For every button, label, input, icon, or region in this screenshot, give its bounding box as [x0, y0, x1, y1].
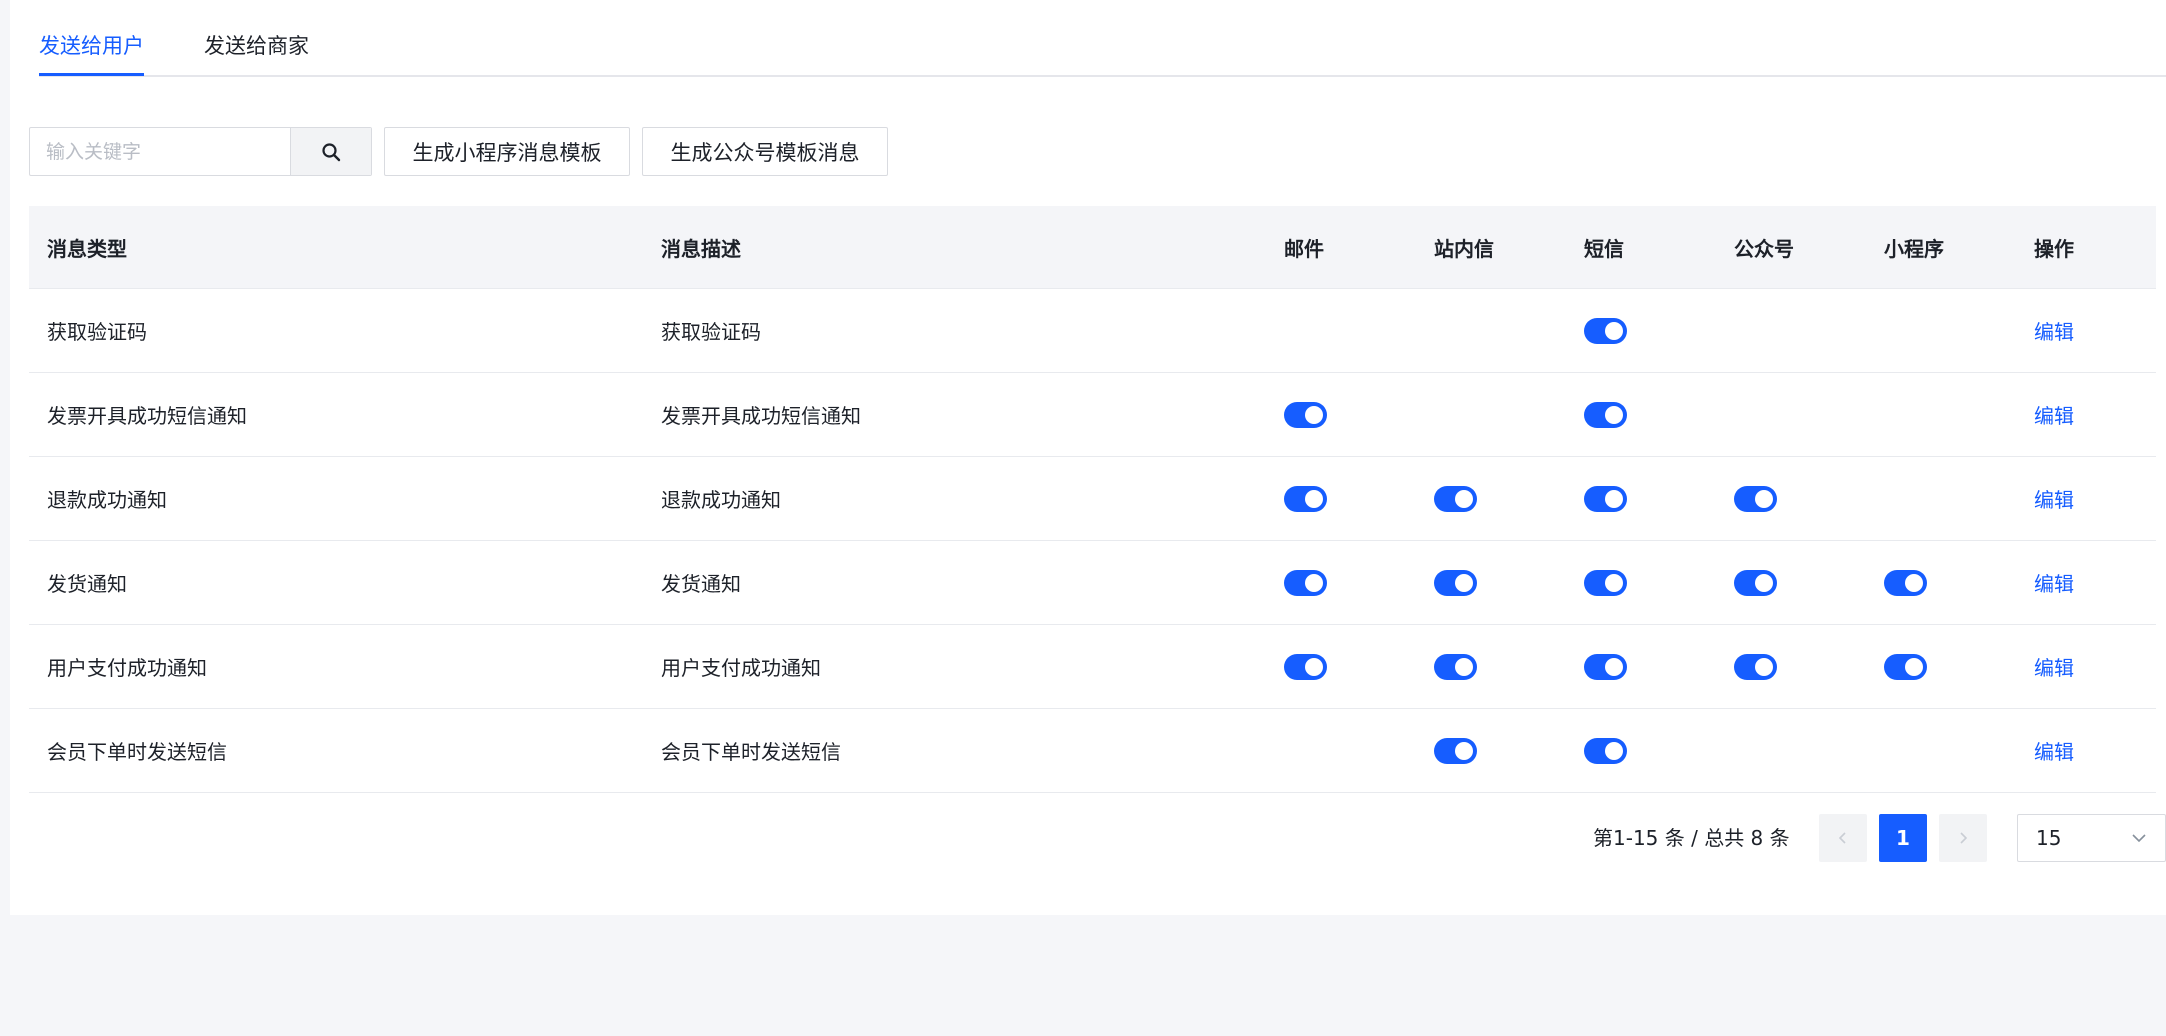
- inbox-toggle-cell: [1434, 541, 1477, 624]
- row-message-desc: 会员下单时发送短信: [661, 740, 841, 764]
- edit-link[interactable]: 编辑: [2034, 652, 2074, 681]
- row-message-desc: 发货通知: [661, 572, 741, 596]
- mini-program-toggle-cell: [1884, 541, 1927, 624]
- table-row: 退款成功通知 退款成功通知 编辑: [29, 457, 2156, 541]
- inbox-toggle-cell: [1434, 457, 1477, 540]
- sms-toggle-cell: [1584, 709, 1627, 792]
- row-message-desc: 发票开具成功短信通知: [661, 404, 861, 428]
- official-account-toggle[interactable]: [1734, 569, 1777, 596]
- mail-toggle-cell: [1284, 541, 1327, 624]
- mail-toggle-cell: [1284, 457, 1327, 540]
- sms-toggle[interactable]: [1584, 737, 1627, 764]
- page-number-current[interactable]: 1: [1879, 814, 1927, 862]
- header-mail: 邮件: [1284, 236, 1324, 261]
- official-account-toggle[interactable]: [1734, 653, 1777, 680]
- table-row: 用户支付成功通知 用户支付成功通知 编辑: [29, 625, 2156, 709]
- sms-toggle-cell: [1584, 373, 1627, 456]
- chevron-right-icon: [1960, 832, 1968, 844]
- search-icon: [322, 142, 341, 161]
- sms-toggle[interactable]: [1584, 485, 1627, 512]
- table-row: 获取验证码 获取验证码 编辑: [29, 289, 2156, 373]
- mail-toggle-cell: [1284, 625, 1327, 708]
- sms-toggle[interactable]: [1584, 401, 1627, 428]
- header-official-account: 公众号: [1734, 236, 1794, 261]
- row-message-desc: 用户支付成功通知: [661, 656, 821, 680]
- edit-link[interactable]: 编辑: [2034, 400, 2074, 429]
- official-account-toggle-cell: [1734, 541, 1777, 624]
- row-actions: 编辑: [2034, 457, 2074, 540]
- tab-bar: 发送给用户 发送给商家: [39, 0, 2166, 77]
- message-table: 消息类型 消息描述 邮件 站内信 短信 公众号 小程序 操作 获取验证码 获取验证…: [29, 206, 2156, 793]
- chevron-left-icon: [1838, 832, 1846, 844]
- edit-link[interactable]: 编辑: [2034, 484, 2074, 513]
- inbox-toggle[interactable]: [1434, 653, 1477, 680]
- next-page-button[interactable]: [1939, 814, 1987, 862]
- inbox-toggle-cell: [1434, 709, 1477, 792]
- mail-toggle[interactable]: [1284, 653, 1327, 680]
- header-actions: 操作: [2034, 236, 2074, 261]
- row-message-type: 发货通知: [47, 572, 127, 596]
- inbox-toggle[interactable]: [1434, 737, 1477, 764]
- table-header: 消息类型 消息描述 邮件 站内信 短信 公众号 小程序 操作: [29, 206, 2156, 289]
- pagination-total: 第1-15 条 / 总共 8 条: [1593, 826, 1790, 850]
- row-message-type: 会员下单时发送短信: [47, 740, 227, 764]
- table-row: 发货通知 发货通知 编辑: [29, 541, 2156, 625]
- mini-program-toggle-cell: [1884, 625, 1927, 708]
- row-actions: 编辑: [2034, 289, 2074, 372]
- row-actions: 编辑: [2034, 709, 2074, 792]
- header-message-type: 消息类型: [47, 236, 127, 261]
- table-body: 获取验证码 获取验证码 编辑 发票开具成功短信通知 发票开具成功短信通知 编辑 退款成功通知…: [29, 289, 2156, 793]
- sms-toggle-cell: [1584, 625, 1627, 708]
- mail-toggle[interactable]: [1284, 485, 1327, 512]
- row-actions: 编辑: [2034, 541, 2074, 624]
- header-message-desc: 消息描述: [661, 236, 741, 261]
- row-message-desc: 退款成功通知: [661, 488, 781, 512]
- header-inbox: 站内信: [1434, 236, 1494, 261]
- inbox-toggle[interactable]: [1434, 569, 1477, 596]
- sms-toggle[interactable]: [1584, 317, 1627, 344]
- row-message-type: 发票开具成功短信通知: [47, 404, 247, 428]
- mail-toggle-cell: [1284, 373, 1327, 456]
- row-message-desc: 获取验证码: [661, 320, 761, 344]
- header-mini-program: 小程序: [1884, 236, 1944, 261]
- inbox-toggle[interactable]: [1434, 485, 1477, 512]
- page-size-select[interactable]: 15: [2017, 814, 2166, 862]
- search-button[interactable]: [290, 128, 371, 175]
- mini-program-toggle[interactable]: [1884, 653, 1927, 680]
- sms-toggle-cell: [1584, 541, 1627, 624]
- official-account-toggle-cell: [1734, 457, 1777, 540]
- generate-wx-template-button[interactable]: 生成公众号模板消息: [642, 127, 888, 176]
- edit-link[interactable]: 编辑: [2034, 736, 2074, 765]
- sms-toggle[interactable]: [1584, 569, 1627, 596]
- tab-send-to-merchant[interactable]: 发送给商家: [204, 30, 309, 62]
- active-tab-indicator: [39, 73, 144, 76]
- row-message-type: 退款成功通知: [47, 488, 167, 512]
- chevron-down-icon: [2132, 834, 2146, 843]
- row-message-type: 用户支付成功通知: [47, 656, 207, 680]
- page-size-value: 15: [2036, 826, 2062, 850]
- mail-toggle[interactable]: [1284, 401, 1327, 428]
- search-group: [29, 127, 372, 176]
- edit-link[interactable]: 编辑: [2034, 568, 2074, 597]
- table-row: 发票开具成功短信通知 发票开具成功短信通知 编辑: [29, 373, 2156, 457]
- prev-page-button[interactable]: [1819, 814, 1867, 862]
- mini-program-toggle[interactable]: [1884, 569, 1927, 596]
- inbox-toggle-cell: [1434, 625, 1477, 708]
- official-account-toggle[interactable]: [1734, 485, 1777, 512]
- edit-link[interactable]: 编辑: [2034, 316, 2074, 345]
- sms-toggle-cell: [1584, 289, 1627, 372]
- mail-toggle[interactable]: [1284, 569, 1327, 596]
- row-actions: 编辑: [2034, 625, 2074, 708]
- search-input[interactable]: [30, 128, 290, 175]
- header-sms: 短信: [1584, 236, 1624, 261]
- sms-toggle-cell: [1584, 457, 1627, 540]
- row-actions: 编辑: [2034, 373, 2074, 456]
- generate-mini-template-button[interactable]: 生成小程序消息模板: [384, 127, 630, 176]
- official-account-toggle-cell: [1734, 625, 1777, 708]
- row-message-type: 获取验证码: [47, 320, 147, 344]
- tab-send-to-user[interactable]: 发送给用户: [39, 30, 144, 62]
- sms-toggle[interactable]: [1584, 653, 1627, 680]
- table-row: 会员下单时发送短信 会员下单时发送短信 编辑: [29, 709, 2156, 793]
